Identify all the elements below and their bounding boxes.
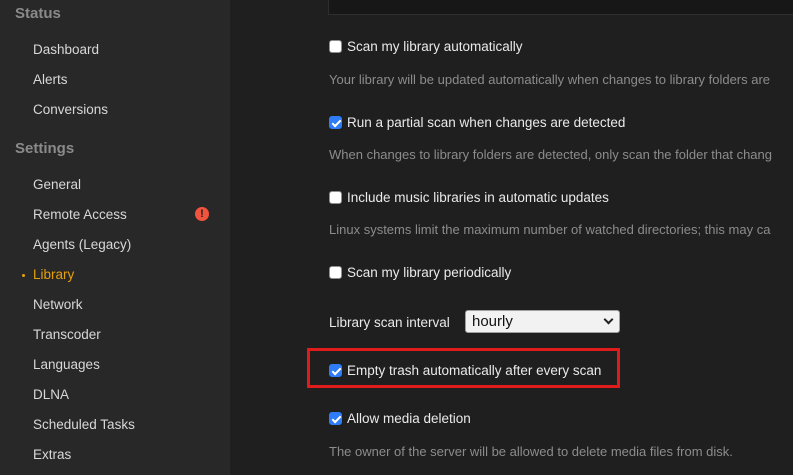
scan-auto-description: Your library will be updated automatical…	[329, 72, 771, 87]
partial-scan-checkbox[interactable]	[329, 116, 342, 129]
media-deletion-description: The owner of the server will be allowed …	[329, 444, 733, 459]
section-header-settings: Settings	[15, 140, 75, 157]
music-updates-option[interactable]: Include music libraries in automatic upd…	[329, 190, 609, 205]
sidebar-item-general[interactable]: General	[33, 177, 81, 192]
sidebar-item-network[interactable]: Network	[33, 297, 83, 312]
scan-interval-label: Library scan interval	[329, 315, 450, 330]
sidebar-item-library[interactable]: Library	[33, 267, 74, 282]
settings-panel: Scan my library automatically Your libra…	[230, 0, 793, 475]
media-deletion-checkbox[interactable]	[329, 412, 342, 425]
sidebar-item-extras[interactable]: Extras	[33, 447, 71, 462]
media-deletion-option[interactable]: Allow media deletion	[329, 411, 471, 426]
sidebar-item-transcoder[interactable]: Transcoder	[33, 327, 101, 342]
sidebar: Status Dashboard Alerts Conversions Sett…	[0, 0, 230, 475]
scan-periodic-option[interactable]: Scan my library periodically	[329, 265, 511, 280]
section-header-status: Status	[15, 5, 61, 22]
sidebar-item-languages[interactable]: Languages	[33, 357, 100, 372]
sidebar-item-remote-access[interactable]: Remote Access	[33, 207, 127, 222]
sidebar-item-agents-legacy[interactable]: Agents (Legacy)	[33, 237, 131, 252]
scan-auto-checkbox[interactable]	[329, 40, 342, 53]
music-updates-description: Linux systems limit the maximum number o…	[329, 222, 771, 237]
sidebar-item-conversions[interactable]: Conversions	[33, 102, 108, 117]
scan-periodic-checkbox[interactable]	[329, 266, 342, 279]
highlight-box	[307, 348, 620, 388]
media-deletion-label: Allow media deletion	[347, 411, 471, 426]
sidebar-item-alerts[interactable]: Alerts	[33, 72, 68, 87]
scan-auto-option[interactable]: Scan my library automatically	[329, 39, 523, 54]
scan-auto-label: Scan my library automatically	[347, 39, 523, 54]
sidebar-item-scheduled-tasks[interactable]: Scheduled Tasks	[33, 417, 135, 432]
partial-scan-label: Run a partial scan when changes are dete…	[347, 115, 626, 130]
scan-interval-value: hourly	[472, 313, 513, 330]
scan-interval-select[interactable]: hourly	[465, 310, 620, 333]
sidebar-item-dlna[interactable]: DLNA	[33, 387, 69, 402]
partial-scan-description: When changes to library folders are dete…	[329, 147, 772, 162]
top-input-box	[328, 0, 793, 15]
music-updates-checkbox[interactable]	[329, 191, 342, 204]
sidebar-item-dashboard[interactable]: Dashboard	[33, 42, 99, 57]
scan-periodic-label: Scan my library periodically	[347, 265, 512, 280]
music-updates-label: Include music libraries in automatic upd…	[347, 190, 609, 205]
warning-icon: !	[195, 207, 209, 221]
active-indicator-dot	[22, 274, 25, 277]
partial-scan-option[interactable]: Run a partial scan when changes are dete…	[329, 115, 625, 130]
chevron-down-icon	[603, 314, 614, 325]
